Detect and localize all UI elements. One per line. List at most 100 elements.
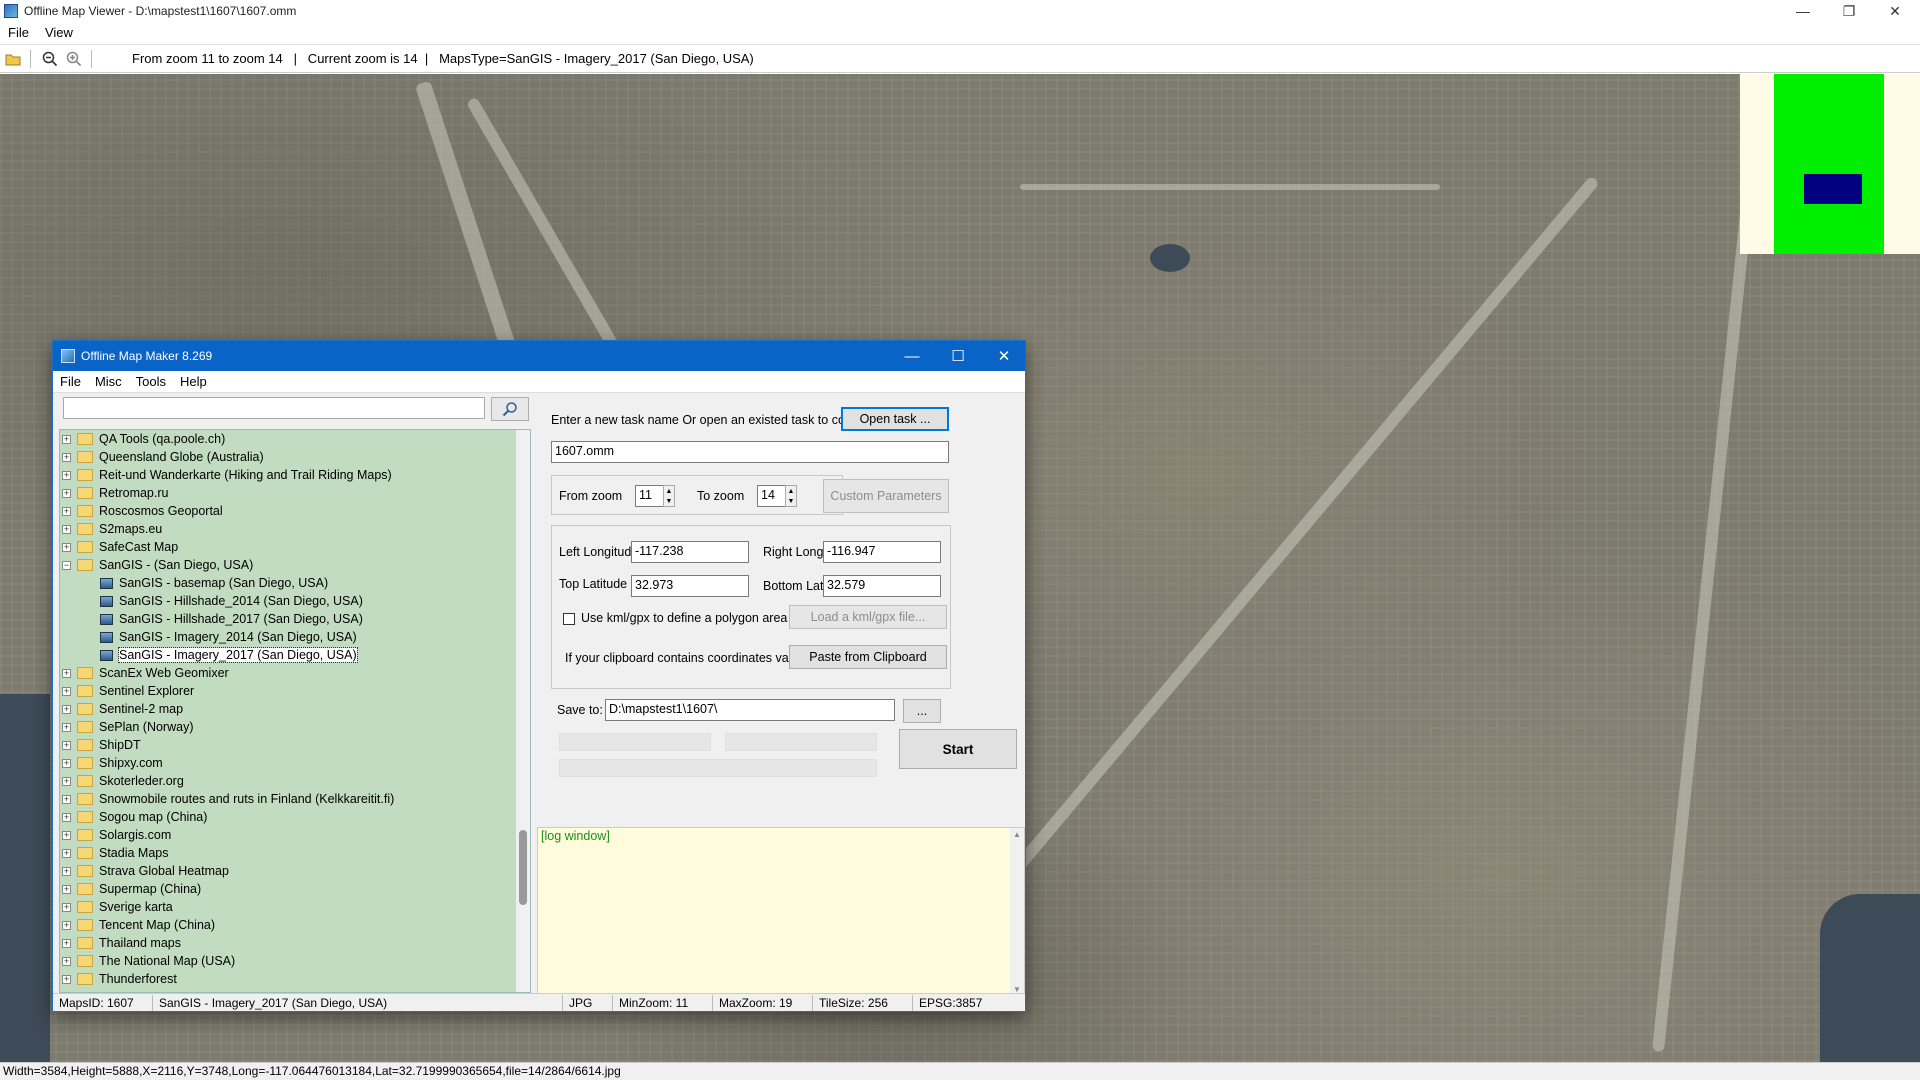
tree-map-item[interactable]: SanGIS - basemap (San Diego, USA): [60, 574, 530, 592]
collapse-icon[interactable]: −: [62, 560, 71, 570]
dialog-menu-tools[interactable]: Tools: [129, 374, 173, 389]
open-folder-icon[interactable]: [2, 48, 24, 70]
dialog-menu-misc[interactable]: Misc: [88, 374, 129, 389]
tree-folder-item[interactable]: + Strava Global Heatmap: [60, 862, 530, 880]
tree-scroll-thumb[interactable]: [519, 830, 527, 905]
scroll-up-icon[interactable]: ▲: [1013, 830, 1021, 839]
expand-icon[interactable]: +: [62, 722, 71, 732]
tree-map-item[interactable]: SanGIS - Hillshade_2014 (San Diego, USA): [60, 592, 530, 610]
tree-folder-item[interactable]: + ShipDT: [60, 736, 530, 754]
top-latitude-field[interactable]: 32.973: [631, 575, 749, 597]
start-button[interactable]: Start: [899, 729, 1017, 769]
expand-icon[interactable]: +: [62, 830, 71, 840]
tree-folder-item[interactable]: + Tencent Map (China): [60, 916, 530, 934]
bottom-latitude-field[interactable]: 32.579: [823, 575, 941, 597]
tree-folder-item[interactable]: + Sverige karta: [60, 898, 530, 916]
tree-folder-item[interactable]: + Thunderforest: [60, 970, 530, 988]
tree-folder-item[interactable]: + Snowmobile routes and ruts in Finland (…: [60, 790, 530, 808]
expand-icon[interactable]: +: [62, 452, 71, 462]
menu-file[interactable]: File: [0, 25, 37, 40]
dialog-menu-file[interactable]: File: [53, 374, 88, 389]
tree-folder-item[interactable]: − SanGIS - (San Diego, USA): [60, 556, 530, 574]
expand-icon[interactable]: +: [62, 524, 71, 534]
kml-polygon-checkbox[interactable]: [563, 613, 575, 625]
left-longitude-field[interactable]: -117.238: [631, 541, 749, 563]
browse-folder-button[interactable]: ...: [903, 699, 941, 723]
expand-icon[interactable]: +: [62, 866, 71, 876]
to-zoom-field[interactable]: 14: [757, 485, 787, 507]
minimize-button[interactable]: —: [1780, 0, 1826, 22]
expand-icon[interactable]: +: [62, 542, 71, 552]
dialog-maximize-button[interactable]: ☐: [935, 341, 981, 371]
tree-folder-item[interactable]: + Retromap.ru: [60, 484, 530, 502]
dialog-close-button[interactable]: ✕: [981, 341, 1027, 371]
expand-icon[interactable]: +: [62, 740, 71, 750]
overview-coverage-area: [1774, 74, 1884, 254]
tree-folder-item[interactable]: + Sentinel Explorer: [60, 682, 530, 700]
zoom-in-icon[interactable]: [63, 48, 85, 70]
tree-folder-item[interactable]: + Sentinel-2 map: [60, 700, 530, 718]
log-scrollbar[interactable]: ▲ ▼: [1010, 828, 1024, 996]
dialog-menu-help[interactable]: Help: [173, 374, 214, 389]
expand-icon[interactable]: +: [62, 434, 71, 444]
close-button[interactable]: ✕: [1872, 0, 1918, 22]
open-task-button[interactable]: Open task ...: [841, 407, 949, 431]
tree-map-item[interactable]: SanGIS - Imagery_2017 (San Diego, USA): [60, 646, 530, 664]
tree-folder-item[interactable]: + ScanEx Web Geomixer: [60, 664, 530, 682]
expand-icon[interactable]: +: [62, 686, 71, 696]
custom-parameters-button[interactable]: Custom Parameters: [823, 479, 949, 513]
task-name-field[interactable]: 1607.omm: [551, 441, 949, 463]
tree-folder-item[interactable]: + The National Map (USA): [60, 952, 530, 970]
tree-folder-item[interactable]: + Queensland Globe (Australia): [60, 448, 530, 466]
paste-from-clipboard-button[interactable]: Paste from Clipboard: [789, 645, 947, 669]
expand-icon[interactable]: +: [62, 488, 71, 498]
expand-icon[interactable]: +: [62, 848, 71, 858]
log-window[interactable]: [log window] ▲ ▼: [537, 827, 1025, 997]
tree-folder-item[interactable]: + Skoterleder.org: [60, 772, 530, 790]
tree-folder-item[interactable]: + SePlan (Norway): [60, 718, 530, 736]
tree-folder-item[interactable]: + Sogou map (China): [60, 808, 530, 826]
tree-folder-item[interactable]: + Supermap (China): [60, 880, 530, 898]
dialog-minimize-button[interactable]: —: [889, 341, 935, 371]
expand-icon[interactable]: +: [62, 470, 71, 480]
expand-icon[interactable]: +: [62, 704, 71, 714]
expand-icon[interactable]: +: [62, 776, 71, 786]
tree-item-label: Shipxy.com: [99, 756, 163, 770]
tree-scrollbar[interactable]: [516, 430, 530, 992]
tree-folder-item[interactable]: + S2maps.eu: [60, 520, 530, 538]
tree-folder-item[interactable]: + Roscosmos Geoportal: [60, 502, 530, 520]
tree-folder-item[interactable]: + QA Tools (qa.poole.ch): [60, 430, 530, 448]
expand-icon[interactable]: +: [62, 902, 71, 912]
expand-icon[interactable]: +: [62, 956, 71, 966]
expand-icon[interactable]: +: [62, 812, 71, 822]
map-search-input[interactable]: [63, 397, 485, 419]
right-longitude-field[interactable]: -116.947: [823, 541, 941, 563]
overview-minimap[interactable]: [1740, 74, 1920, 254]
from-zoom-spinner[interactable]: ▲ ▼: [663, 485, 675, 507]
expand-icon[interactable]: +: [62, 506, 71, 516]
tree-folder-item[interactable]: + Stadia Maps: [60, 844, 530, 862]
save-to-field[interactable]: D:\mapstest1\1607\: [605, 699, 895, 721]
search-button[interactable]: [491, 397, 529, 421]
map-source-tree[interactable]: + QA Tools (qa.poole.ch) + Queensland Globe…: [59, 429, 531, 993]
zoom-out-icon[interactable]: [39, 48, 61, 70]
tree-folder-item[interactable]: + Reit-und Wanderkarte (Hiking and Trail …: [60, 466, 530, 484]
expand-icon[interactable]: +: [62, 758, 71, 768]
to-zoom-spinner[interactable]: ▲ ▼: [785, 485, 797, 507]
menu-view[interactable]: View: [37, 25, 81, 40]
tree-folder-item[interactable]: + Shipxy.com: [60, 754, 530, 772]
expand-icon[interactable]: +: [62, 920, 71, 930]
expand-icon[interactable]: +: [62, 938, 71, 948]
expand-icon[interactable]: +: [62, 668, 71, 678]
expand-icon[interactable]: +: [62, 884, 71, 894]
tree-map-item[interactable]: SanGIS - Imagery_2014 (San Diego, USA): [60, 628, 530, 646]
expand-icon[interactable]: +: [62, 974, 71, 984]
tree-folder-item[interactable]: + Thailand maps: [60, 934, 530, 952]
tree-folder-item[interactable]: + Solargis.com: [60, 826, 530, 844]
from-zoom-field[interactable]: 11: [635, 485, 665, 507]
tree-map-item[interactable]: SanGIS - Hillshade_2017 (San Diego, USA): [60, 610, 530, 628]
restore-button[interactable]: ❐: [1826, 0, 1872, 22]
load-kml-button[interactable]: Load a kml/gpx file...: [789, 605, 947, 629]
tree-folder-item[interactable]: + SafeCast Map: [60, 538, 530, 556]
expand-icon[interactable]: +: [62, 794, 71, 804]
